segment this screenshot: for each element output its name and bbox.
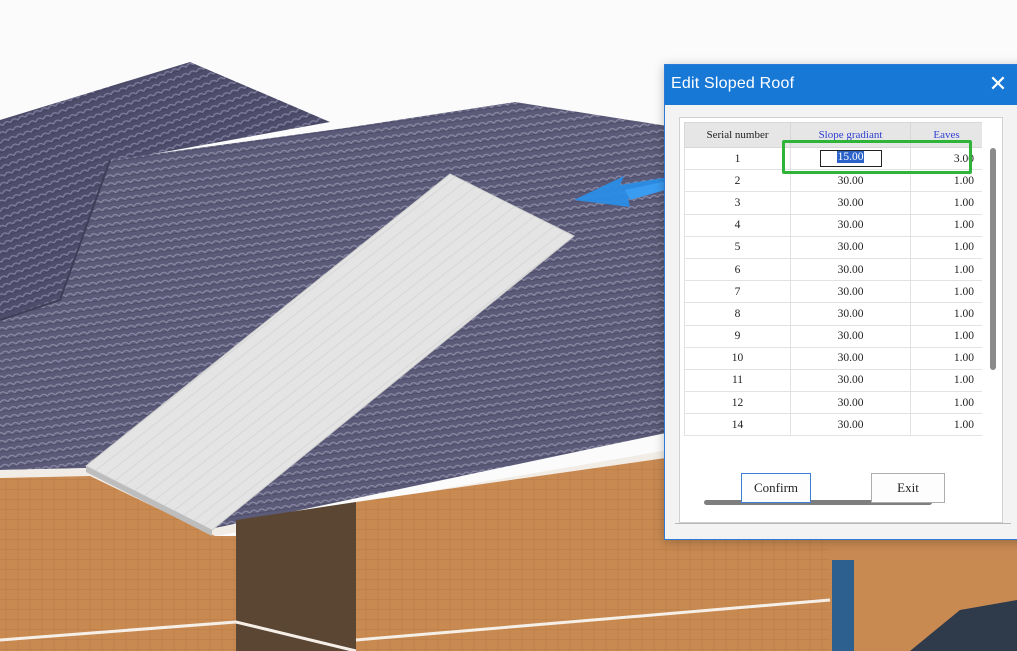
highlight-box (782, 140, 972, 174)
eaves-cell[interactable]: 1.00 (910, 324, 982, 348)
serial-number-cell[interactable]: 14 (684, 413, 791, 437)
serial-number-cell[interactable]: 10 (684, 346, 791, 370)
slope-gradient-cell[interactable]: 30.00 (790, 413, 911, 437)
eaves-cell[interactable]: 1.00 (910, 413, 982, 437)
table-row[interactable]: 9 30.00 1.00 (684, 324, 982, 348)
slope-gradient-cell[interactable]: 30.00 (790, 302, 911, 326)
eaves-cell[interactable]: 1.00 (910, 213, 982, 237)
slope-gradient-cell[interactable]: 30.00 (790, 213, 911, 237)
serial-number-cell[interactable]: 8 (684, 302, 791, 326)
table-row[interactable]: 11 30.00 1.00 (684, 368, 982, 393)
slope-gradient-cell[interactable]: 30.00 (790, 280, 911, 304)
slope-gradient-cell[interactable]: 30.00 (790, 391, 911, 415)
table-row[interactable]: 8 30.00 1.00 (684, 302, 982, 326)
close-icon[interactable]: ✕ (985, 71, 1011, 97)
table-row[interactable]: 12 30.00 1.00 (684, 391, 982, 415)
table-row[interactable]: 10 30.00 1.00 (684, 346, 982, 370)
eaves-cell[interactable]: 1.00 (910, 257, 982, 282)
serial-number-cell[interactable]: 1 (684, 146, 791, 171)
serial-number-cell[interactable]: 3 (684, 191, 791, 215)
divider (675, 523, 1011, 524)
exit-button[interactable]: Exit (871, 473, 945, 503)
edit-sloped-roof-dialog: Edit Sloped Roof ✕ Serial number Slope g… (664, 64, 1017, 540)
confirm-button[interactable]: Confirm (741, 473, 811, 503)
slope-gradient-cell[interactable]: 30.00 (790, 368, 911, 393)
table-row[interactable]: 3 30.00 1.00 (684, 191, 982, 215)
table-row[interactable]: 5 30.00 1.00 (684, 235, 982, 259)
dialog-titlebar[interactable]: Edit Sloped Roof ✕ (665, 65, 1017, 105)
slope-gradient-cell[interactable]: 30.00 (790, 257, 911, 282)
roof-parameters-panel: Serial number Slope gradiant Eaves 1 15.0… (679, 117, 1003, 523)
table-row[interactable]: 7 30.00 1.00 (684, 280, 982, 304)
eaves-cell[interactable]: 1.00 (910, 191, 982, 215)
eaves-cell[interactable]: 1.00 (910, 346, 982, 370)
eaves-cell[interactable]: 1.00 (910, 302, 982, 326)
serial-number-cell[interactable]: 11 (684, 368, 791, 393)
eaves-cell[interactable]: 1.00 (910, 235, 982, 259)
slope-gradient-cell[interactable]: 30.00 (790, 191, 911, 215)
eaves-cell[interactable]: 1.00 (910, 391, 982, 415)
slope-table-area: Serial number Slope gradiant Eaves 1 15.0… (684, 122, 982, 488)
slope-gradient-cell[interactable]: 30.00 (790, 235, 911, 259)
eaves-cell[interactable]: 1.00 (910, 280, 982, 304)
serial-number-cell[interactable]: 5 (684, 235, 791, 259)
serial-number-cell[interactable]: 9 (684, 324, 791, 348)
eaves-cell[interactable]: 1.00 (910, 368, 982, 393)
dialog-title: Edit Sloped Roof (671, 75, 795, 92)
slope-gradient-cell[interactable]: 30.00 (790, 346, 911, 370)
vertical-scrollbar[interactable] (990, 148, 996, 370)
table-row[interactable]: 14 30.00 1.00 (684, 413, 982, 437)
table-row[interactable]: 4 30.00 1.00 (684, 213, 982, 237)
serial-number-cell[interactable]: 6 (684, 257, 791, 282)
3d-viewport[interactable]: Edit Sloped Roof ✕ Serial number Slope g… (0, 0, 1017, 651)
column-header-serial[interactable]: Serial number (684, 122, 791, 148)
serial-number-cell[interactable]: 2 (684, 169, 791, 193)
serial-number-cell[interactable]: 12 (684, 391, 791, 415)
serial-number-cell[interactable]: 7 (684, 280, 791, 304)
serial-number-cell[interactable]: 4 (684, 213, 791, 237)
slope-gradient-cell[interactable]: 30.00 (790, 324, 911, 348)
table-row[interactable]: 6 30.00 1.00 (684, 257, 982, 282)
